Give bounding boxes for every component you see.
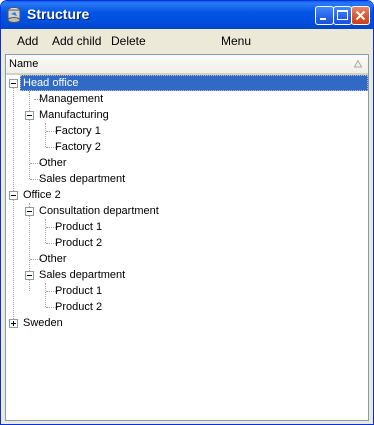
minimize-button[interactable] bbox=[315, 6, 334, 25]
collapse-icon[interactable] bbox=[25, 111, 34, 120]
tree-node-sweden[interactable]: Sweden bbox=[23, 315, 63, 331]
add-menu-item[interactable]: Add bbox=[17, 34, 38, 48]
tree-node-product-1[interactable]: Product 1 bbox=[55, 283, 102, 299]
tree-node-head-office[interactable]: Head office bbox=[23, 75, 78, 91]
collapse-icon[interactable] bbox=[25, 207, 34, 216]
add-child-menu-item[interactable]: Add child bbox=[52, 34, 101, 48]
tree-node-product-2[interactable]: Product 2 bbox=[55, 299, 102, 315]
tree-node-other[interactable]: Other bbox=[39, 251, 67, 267]
tree-node-management[interactable]: Management bbox=[39, 91, 103, 107]
tree-view[interactable]: Head office Management Manufacturing Fac… bbox=[6, 75, 368, 420]
tree-node-sales-department[interactable]: Sales department bbox=[39, 171, 125, 187]
window-title: Structure bbox=[27, 6, 90, 22]
tree-connector bbox=[13, 83, 14, 323]
sort-ascending-icon bbox=[353, 59, 363, 71]
collapse-icon[interactable] bbox=[25, 271, 34, 280]
tree-node-other[interactable]: Other bbox=[39, 155, 67, 171]
tree-connector bbox=[45, 123, 46, 147]
close-button[interactable] bbox=[351, 6, 370, 25]
tree-connector bbox=[45, 219, 46, 243]
title-bar[interactable]: Structure bbox=[1, 1, 373, 29]
tree-node-factory-1[interactable]: Factory 1 bbox=[55, 123, 101, 139]
tree-connector bbox=[29, 91, 30, 179]
menu-menu-item[interactable]: Menu bbox=[221, 34, 251, 48]
tree-node-manufacturing[interactable]: Manufacturing bbox=[39, 107, 109, 123]
tree-node-consultation-department[interactable]: Consultation department bbox=[39, 203, 159, 219]
column-header-name[interactable]: Name bbox=[6, 55, 368, 75]
tree-node-factory-2[interactable]: Factory 2 bbox=[55, 139, 101, 155]
menu-bar: Add Add child Delete Menu bbox=[4, 30, 370, 52]
maximize-button[interactable] bbox=[333, 6, 352, 25]
tree-connector bbox=[45, 283, 46, 307]
tree-list-panel: Name Head office Management Manufacturin… bbox=[5, 54, 369, 421]
tree-node-product-1[interactable]: Product 1 bbox=[55, 219, 102, 235]
tree-node-office-2[interactable]: Office 2 bbox=[23, 187, 61, 203]
column-header-label: Name bbox=[9, 58, 39, 70]
app-icon bbox=[7, 7, 21, 23]
collapse-icon[interactable] bbox=[9, 191, 18, 200]
tree-node-sales-department[interactable]: Sales department bbox=[39, 267, 125, 283]
expand-icon[interactable] bbox=[9, 319, 18, 328]
delete-menu-item[interactable]: Delete bbox=[111, 34, 146, 48]
structure-window: Structure Add Add child Delete Menu Name bbox=[0, 0, 374, 425]
tree-node-product-2[interactable]: Product 2 bbox=[55, 235, 102, 251]
collapse-icon[interactable] bbox=[9, 79, 18, 88]
